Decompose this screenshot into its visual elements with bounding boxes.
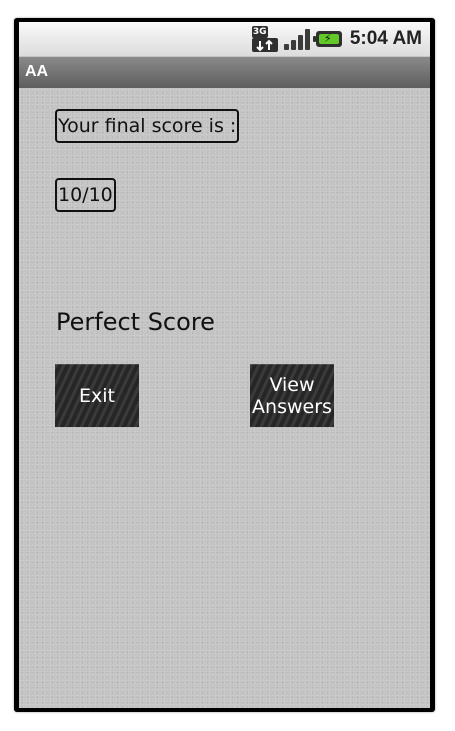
status-clock: 5:04 AM	[349, 28, 422, 49]
score-label: Your final score is :	[55, 109, 240, 143]
device-frame: 3G ⚡ 5:04 AM AA Your final score is: 10…	[14, 18, 435, 712]
view-answers-button[interactable]: View Answers	[250, 364, 334, 427]
status-icons: 3G ⚡ 5:04 AM	[251, 25, 422, 53]
view-answers-label-line2: Answers	[252, 395, 332, 418]
title-bar: AA	[19, 57, 430, 88]
status-bar: 3G ⚡ 5:04 AM	[19, 22, 430, 57]
exit-button[interactable]: Exit	[55, 364, 139, 427]
signal-icon	[283, 28, 310, 50]
network-3g-icon: 3G	[251, 26, 278, 52]
view-answers-label-line1: View	[269, 373, 315, 396]
app-title: AA	[25, 63, 49, 80]
result-message: Perfect Score	[56, 308, 215, 336]
content-area: Your final score is : 10/10 Perfect Scor…	[19, 88, 430, 708]
score-value: 10/10	[55, 178, 116, 212]
exit-button-label: Exit	[79, 384, 115, 407]
battery-charging-icon: ⚡	[312, 31, 342, 47]
screen: 3G ⚡ 5:04 AM AA Your final score is: 10…	[19, 22, 430, 708]
